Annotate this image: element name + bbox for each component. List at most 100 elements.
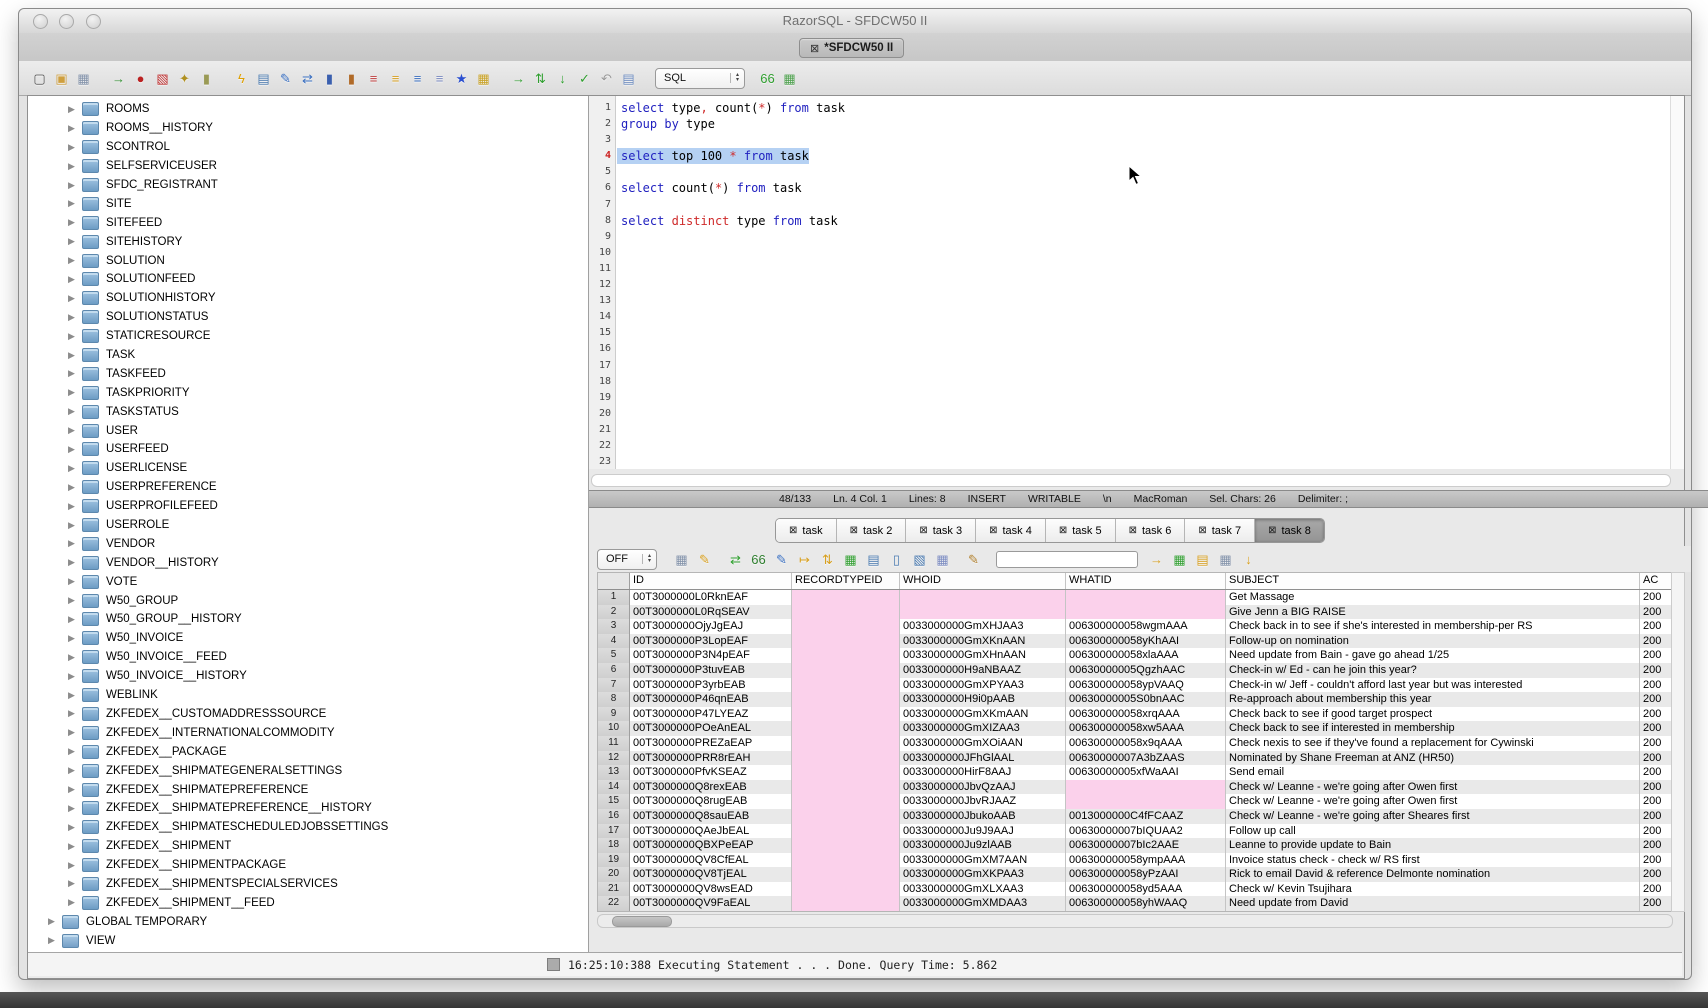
row-number-cell[interactable]: 11 [598, 736, 630, 751]
cell-whatid[interactable]: 006300000058xw5AAA [1066, 721, 1226, 736]
cell-id[interactable]: 00T3000000PREZaEAP [630, 736, 792, 751]
table-row[interactable]: 12 00T3000000PRR8rEAH 0033000000JFhGlAAL… [598, 751, 1673, 766]
cell-recordtypeid[interactable] [792, 605, 900, 620]
cell-whatid[interactable]: 006300000058yd5AAA [1066, 882, 1226, 897]
cell-recordtypeid[interactable] [792, 794, 900, 809]
disclosure-triangle-icon[interactable]: ▶ [68, 368, 82, 379]
script-results-icon[interactable]: ▤ [1194, 551, 1211, 568]
row-number-cell[interactable]: 1 [598, 590, 630, 605]
disclosure-triangle-icon[interactable]: ▶ [68, 538, 82, 549]
column-header[interactable]: RECORDTYPEID [792, 573, 900, 589]
row-number-cell[interactable]: 12 [598, 751, 630, 766]
filter-results-icon[interactable]: ✎ [696, 551, 713, 568]
stepper-arrows-icon[interactable]: ▴▾ [730, 73, 744, 83]
row-number-cell[interactable]: 22 [598, 896, 630, 911]
cell-recordtypeid[interactable] [792, 838, 900, 853]
cell-activitydate[interactable]: 200 [1640, 619, 1673, 634]
commit-check-icon[interactable]: ✓ [576, 70, 593, 87]
disclosure-triangle-icon[interactable]: ▶ [68, 312, 82, 323]
sidebar-item[interactable]: ▶ TASK [28, 346, 588, 365]
disclosure-triangle-icon[interactable]: ▶ [68, 803, 82, 814]
cell-activitydate[interactable]: 200 [1640, 867, 1673, 882]
sidebar-item[interactable]: ▶ W50_INVOICE__HISTORY [28, 667, 588, 686]
disclosure-triangle-icon[interactable]: ▶ [48, 935, 62, 946]
disclosure-triangle-icon[interactable]: ▶ [68, 123, 82, 134]
execute-sql-icon[interactable]: ϟ [233, 70, 250, 87]
cell-id[interactable]: 00T3000000P3N4pEAF [630, 648, 792, 663]
cell-whoid[interactable]: 0033000000GmXKnAAN [900, 634, 1066, 649]
close-results-tab-icon[interactable]: ⊠ [1268, 525, 1276, 536]
cell-activitydate[interactable]: 200 [1640, 663, 1673, 678]
copy-connection-icon[interactable]: ▧ [154, 70, 171, 87]
copy-table-icon[interactable]: ▦ [934, 551, 951, 568]
sidebar-item[interactable]: ▶ TASKFEED [28, 364, 588, 383]
cell-whoid[interactable]: 0033000000GmXOiAAN [900, 736, 1066, 751]
cell-activitydate[interactable]: 200 [1640, 692, 1673, 707]
align-list-icon[interactable]: ≡ [409, 70, 426, 87]
cell-whoid[interactable]: 0033000000H9aNBAAZ [900, 663, 1066, 678]
checklist-icon[interactable]: ▤ [255, 70, 272, 87]
fetch-icon[interactable]: ↓ [554, 70, 571, 87]
cell-whoid[interactable]: 0033000000JFhGlAAL [900, 751, 1066, 766]
sidebar-item[interactable]: ▶ ZKFEDEX__PACKAGE [28, 742, 588, 761]
disclosure-triangle-icon[interactable]: ▶ [68, 595, 82, 606]
cell-whatid[interactable]: 006300000058xrqAAA [1066, 707, 1226, 722]
reload-grid-icon[interactable]: ▦ [842, 551, 859, 568]
sidebar-item[interactable]: ▶ SITEFEED [28, 213, 588, 232]
disclosure-triangle-icon[interactable]: ▶ [68, 652, 82, 663]
cell-activitydate[interactable]: 200 [1640, 780, 1673, 795]
table-row[interactable]: 22 00T3000000QV9FaEAL 0033000000GmXMDAA3… [598, 896, 1673, 911]
cell-whatid[interactable]: 006300000058yKhAAI [1066, 634, 1226, 649]
cell-recordtypeid[interactable] [792, 765, 900, 780]
table-row[interactable]: 17 00T3000000QAeJbEAL 0033000000Ju9J9AAJ… [598, 824, 1673, 839]
cell-activitydate[interactable]: 200 [1640, 751, 1673, 766]
cell-activitydate[interactable]: 200 [1640, 736, 1673, 751]
cell-whatid[interactable]: 00630000005QgzhAAC [1066, 663, 1226, 678]
table-row[interactable]: 20 00T3000000QV8TjEAL 0033000000GmXKPAA3… [598, 867, 1673, 882]
disclosure-triangle-icon[interactable]: ▶ [68, 482, 82, 493]
close-results-tab-icon[interactable]: ⊠ [789, 525, 797, 536]
edit-page-icon[interactable]: ✎ [277, 70, 294, 87]
cell-id[interactable]: 00T3000000Q8sauEAB [630, 809, 792, 824]
sidebar-item[interactable]: ▶ SOLUTIONHISTORY [28, 289, 588, 308]
row-number-cell[interactable]: 4 [598, 634, 630, 649]
close-tab-icon[interactable]: ⊠ [810, 42, 819, 55]
results-grid[interactable]: ID RECORDTYPEID WHOID WHATID SUBJECT AC … [597, 572, 1673, 912]
cell-whatid[interactable] [1066, 605, 1226, 620]
disclosure-triangle-icon[interactable]: ▶ [68, 161, 82, 172]
favorites-star-icon[interactable]: ★ [453, 70, 470, 87]
table-row[interactable]: 10 00T3000000POeAnEAL 0033000000GmXIZAA3… [598, 721, 1673, 736]
cell-subject[interactable]: Invoice status check - check w/ RS first [1226, 853, 1640, 868]
table-row[interactable]: 19 00T3000000QV8CfEAL 0033000000GmXM7AAN… [598, 853, 1673, 868]
cell-whatid[interactable] [1066, 794, 1226, 809]
table-row[interactable]: 8 00T3000000P46qnEAB 0033000000H9i0pAAB … [598, 692, 1673, 707]
cell-whoid[interactable]: 0033000000HirF8AAJ [900, 765, 1066, 780]
cell-whoid[interactable]: 0033000000GmXKPAA3 [900, 867, 1066, 882]
disconnect-icon[interactable]: ● [132, 70, 149, 87]
cell-whatid[interactable]: 006300000058ypVAAQ [1066, 678, 1226, 693]
sidebar-item[interactable]: ▶ SITEHISTORY [28, 232, 588, 251]
cell-whoid[interactable]: 0033000000JbukoAAB [900, 809, 1066, 824]
cell-recordtypeid[interactable] [792, 751, 900, 766]
sidebar-item[interactable]: ▶ SOLUTIONFEED [28, 270, 588, 289]
disclosure-triangle-icon[interactable]: ▶ [68, 104, 82, 115]
sidebar-item[interactable]: ▶ VENDOR [28, 534, 588, 553]
cell-whatid[interactable]: 006300000058yhWAAQ [1066, 896, 1226, 911]
title-bar[interactable]: RazorSQL - SFDCW50 II [19, 9, 1691, 34]
cell-whatid[interactable]: 006300000058x9qAAA [1066, 736, 1226, 751]
cell-recordtypeid[interactable] [792, 707, 900, 722]
row-number-cell[interactable]: 2 [598, 605, 630, 620]
view-row-icon[interactable]: 66 [750, 551, 767, 568]
results-tab[interactable]: ⊠ task 7 [1184, 519, 1254, 542]
sidebar-item[interactable]: ▶ ZKFEDEX__CUSTOMADDRESSSOURCE [28, 705, 588, 724]
disclosure-triangle-icon[interactable]: ▶ [68, 557, 82, 568]
cell-whatid[interactable]: 006300000058wgmAAA [1066, 619, 1226, 634]
cell-whoid[interactable]: 0033000000GmXPYAA3 [900, 678, 1066, 693]
sidebar-item[interactable]: ▶ ZKFEDEX__INTERNATIONALCOMMODITY [28, 723, 588, 742]
results-tab[interactable]: ⊠ task [776, 519, 836, 542]
row-number-cell[interactable]: 3 [598, 619, 630, 634]
cell-subject[interactable]: Check back to see if good target prospec… [1226, 707, 1640, 722]
cell-whatid[interactable]: 00630000007bIc2AAE [1066, 838, 1226, 853]
column-header[interactable]: WHOID [900, 573, 1066, 589]
sidebar-item[interactable]: ▶ SOLUTION [28, 251, 588, 270]
